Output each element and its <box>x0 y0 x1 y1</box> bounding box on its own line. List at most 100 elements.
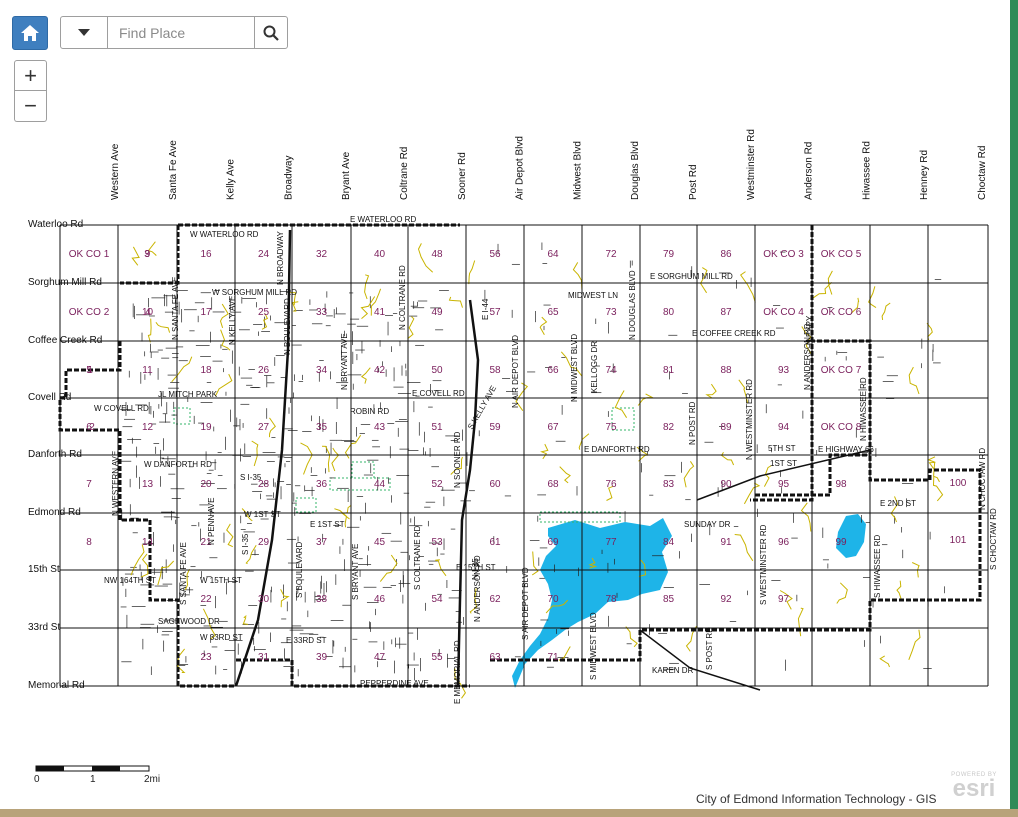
section-number: 65 <box>547 307 559 318</box>
road-label: 1ST ST <box>770 459 797 468</box>
road-label: N DOUGLAS BLVD <box>628 270 637 340</box>
top-street-label: Sooner Rd <box>457 152 468 200</box>
section-number: 96 <box>778 537 790 548</box>
stream <box>558 646 571 661</box>
stream <box>740 271 756 303</box>
left-street-label: Edmond Rd <box>28 507 81 518</box>
section-number: 41 <box>374 307 386 318</box>
scale-label-1: 1 <box>90 774 96 785</box>
minus-icon: − <box>24 93 37 118</box>
section-number: 51 <box>431 422 443 433</box>
top-street-label: Hiwassee Rd <box>861 141 872 200</box>
road-label: N COLTRANE RD <box>398 265 407 330</box>
road-label: N BRYANT AVE <box>340 333 349 390</box>
section-number: 71 <box>547 652 559 663</box>
section-number: 49 <box>431 307 443 318</box>
stream <box>734 534 754 562</box>
section-number: 52 <box>431 479 443 490</box>
section-number: 101 <box>950 535 967 546</box>
top-street-labels: Western Ave Santa Fe Ave Kelly Ave Broadway… <box>110 129 988 200</box>
scale-bar-segment <box>36 766 64 771</box>
section-number: OK CO 4 <box>763 307 804 318</box>
top-street-label: Anderson Rd <box>804 142 815 200</box>
left-street-label: 15th St <box>28 564 60 575</box>
section-number: 13 <box>142 479 154 490</box>
section-number: 22 <box>200 594 212 605</box>
section-number: 24 <box>258 249 270 260</box>
search-button[interactable] <box>254 17 287 48</box>
road-label: S AIR DEPOT BLVD <box>521 567 530 640</box>
road-label: E MEMORIAL RD <box>453 640 462 704</box>
road-label: 5TH ST <box>768 444 796 453</box>
section-number: 47 <box>374 652 386 663</box>
section-number: 85 <box>663 594 675 605</box>
find-place-input[interactable] <box>108 17 254 48</box>
stream <box>797 607 804 637</box>
section-number: 82 <box>663 422 675 433</box>
stream <box>147 318 152 343</box>
left-street-label: Memorial Rd <box>28 680 85 691</box>
section-number: 81 <box>663 365 675 376</box>
section-number: OK CO 7 <box>821 365 862 376</box>
section-number: 92 <box>720 594 732 605</box>
stream <box>214 373 233 397</box>
stream <box>331 447 340 472</box>
section-number: 3 <box>144 249 150 260</box>
top-street-label: Kelly Ave <box>226 159 237 200</box>
top-street-label: Western Ave <box>110 143 121 200</box>
search-icon <box>263 25 279 41</box>
search-bar <box>60 16 288 49</box>
section-number: OK CO 5 <box>821 249 862 260</box>
section-number: 1 <box>87 365 93 376</box>
map-canvas[interactable]: OK CO 1 9 16 24 32 40 48 56 64 72 79 86 OK CO 3 OK CO… <box>0 0 1010 809</box>
road-label: NW 164TH ST <box>104 576 156 585</box>
highway-66 <box>696 449 871 501</box>
esri-logo[interactable]: POWERED BY esri <box>944 772 1004 804</box>
top-street-label: Midwest Blvd <box>572 141 583 200</box>
top-street-label: Bryant Ave <box>341 151 352 200</box>
road-label: W 33RD ST <box>200 633 243 642</box>
map-frame[interactable]: OK CO 1 9 16 24 32 40 48 56 64 72 79 86 OK CO 3 OK CO… <box>0 0 1010 809</box>
top-street-label: Broadway <box>283 156 294 200</box>
road-label: N WESTMINSTER RD <box>745 379 754 460</box>
zoom-in-button[interactable]: + <box>14 60 47 91</box>
search-source-dropdown[interactable] <box>61 17 108 48</box>
road-label: N SOONER RD <box>453 431 462 488</box>
park-area-4 <box>295 497 317 513</box>
section-number: 27 <box>258 422 270 433</box>
road-label: S I-35 <box>241 533 250 555</box>
section-number: 77 <box>605 537 617 548</box>
section-number: 53 <box>431 537 443 548</box>
stream <box>705 383 717 399</box>
road-label: S CHOCTAW RD <box>989 508 998 570</box>
section-number: 66 <box>547 365 559 376</box>
road-label: E DANFORTH RD <box>584 445 650 454</box>
section-number: 73 <box>605 307 617 318</box>
section-number: 99 <box>835 537 847 548</box>
road-label: ROBIN RD <box>350 407 389 416</box>
section-number: 26 <box>258 365 270 376</box>
top-street-label: Westminster Rd <box>746 129 757 200</box>
section-number: 19 <box>200 422 212 433</box>
left-street-label: Waterloo Rd <box>28 219 83 230</box>
section-number: 44 <box>374 479 386 490</box>
section-number: 2 <box>89 422 95 433</box>
top-street-label: Henney Rd <box>919 150 930 200</box>
scale-bar <box>35 765 150 772</box>
section-number: 59 <box>489 422 501 433</box>
stream <box>341 505 352 520</box>
road-label: E WATERLOO RD <box>350 215 416 224</box>
section-number: 64 <box>547 249 559 260</box>
section-number: 88 <box>720 365 732 376</box>
road-label: E 2ND ST <box>880 499 916 508</box>
zoom-out-button[interactable]: − <box>14 91 47 122</box>
home-icon <box>21 25 39 41</box>
section-number: 62 <box>489 594 501 605</box>
section-number: 30 <box>258 594 270 605</box>
home-button[interactable] <box>12 16 48 50</box>
park-area-2 <box>173 407 191 425</box>
road-label: E COFFEE CREEK RD <box>692 329 776 338</box>
top-street-label: Choctaw Rd <box>977 146 988 200</box>
section-number: 83 <box>663 479 675 490</box>
section-number: 12 <box>142 422 154 433</box>
